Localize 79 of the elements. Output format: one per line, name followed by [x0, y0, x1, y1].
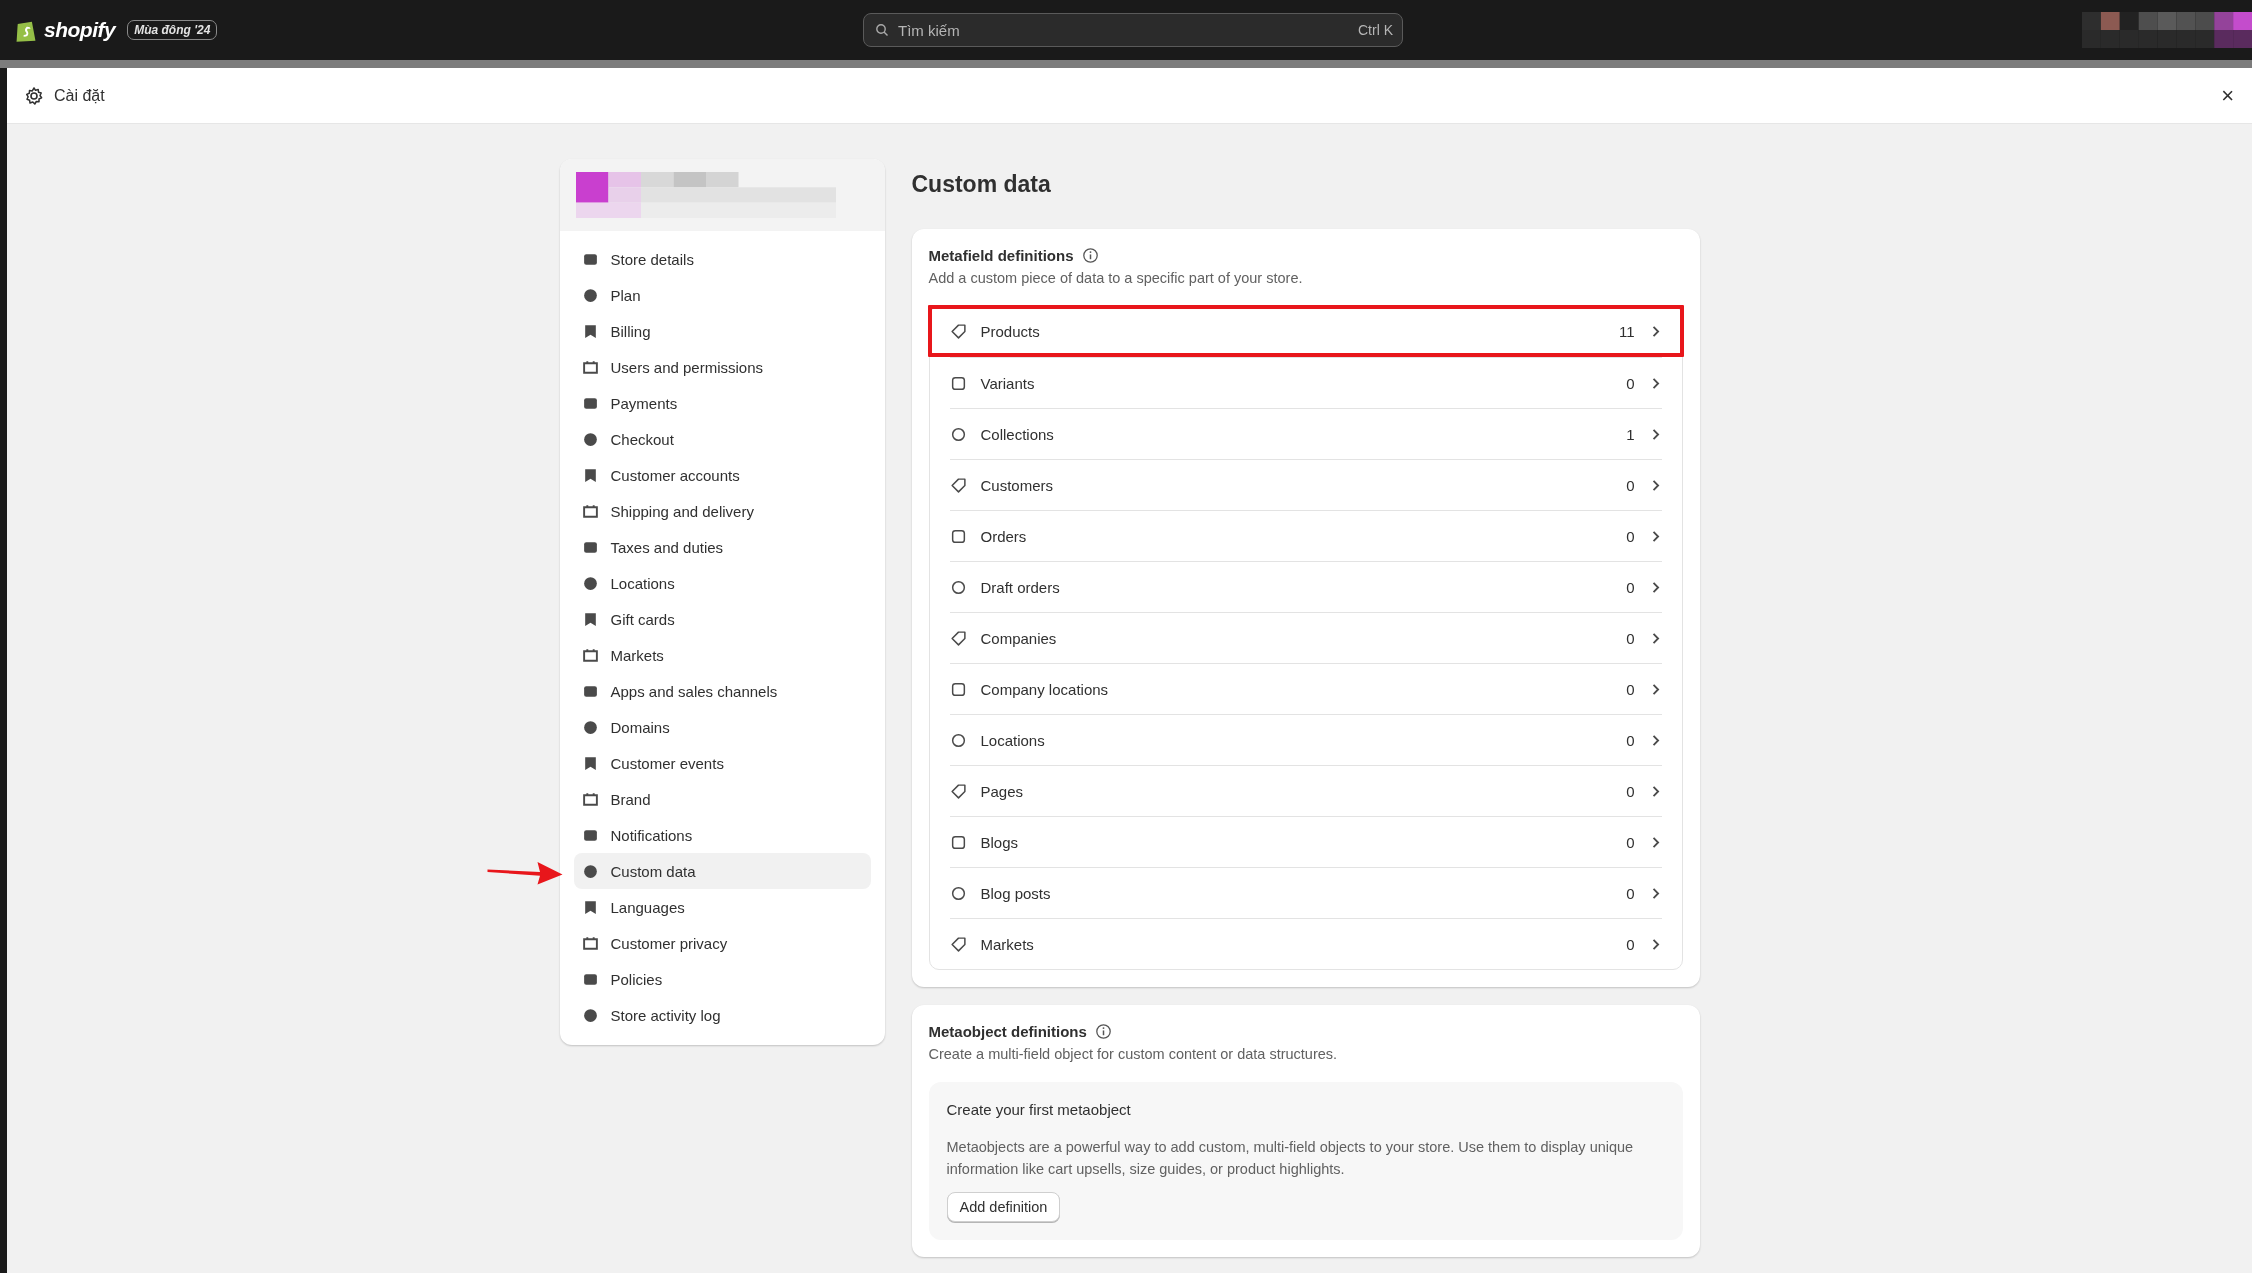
row-count: 1 — [1626, 425, 1635, 443]
metafield-row[interactable]: Variants 0 — [949, 357, 1662, 408]
empty-state-text: Metaobjects are a powerful way to add custom, multi-field objects to your store. Use them to display unique information like cart upsells, size guides, or product highlights. — [946, 1138, 1635, 1179]
row-label: Blogs — [980, 833, 1020, 851]
metafield-row[interactable]: Blog posts 0 — [949, 867, 1662, 918]
empty-state-title: Create your first metaobject — [946, 1101, 1132, 1118]
row-label: Locations — [980, 731, 1046, 749]
row-label: Orders — [980, 527, 1028, 545]
search-icon — [875, 23, 889, 37]
metafield-row[interactable]: Customers 0 — [949, 459, 1662, 510]
sidebar-item[interactable]: Payments — [573, 385, 871, 421]
row-label: Companies — [980, 629, 1058, 647]
sidebar-item[interactable]: Domains — [573, 709, 871, 745]
add-definition-button[interactable]: Add definition — [946, 1192, 1061, 1222]
sidebar-item[interactable]: Users and permissions — [573, 349, 871, 385]
sidebar-item[interactable]: Brand — [573, 781, 871, 817]
sidebar-item[interactable]: Locations — [573, 565, 871, 601]
row-label: Collections — [980, 425, 1055, 443]
section-title: Metaobject definitions — [928, 1023, 1087, 1040]
sidebar-item[interactable]: Store details — [573, 241, 871, 277]
metafield-row[interactable]: Orders 0 — [949, 510, 1662, 561]
row-count: 0 — [1626, 935, 1635, 953]
shortcut-hint: Ctrl K — [1358, 22, 1393, 38]
section-description: Create a multi-field object for custom content or data structures. — [928, 1046, 1339, 1062]
row-count: 0 — [1626, 629, 1635, 647]
settings-icon — [24, 85, 44, 106]
row-label: Blog posts — [980, 884, 1052, 902]
metafield-row[interactable]: Company locations 0 — [949, 663, 1662, 714]
metafield-row[interactable]: Draft orders 0 — [949, 561, 1662, 612]
row-count: 0 — [1626, 731, 1635, 749]
brand-name[interactable]: shopify — [44, 18, 116, 42]
metafield-row[interactable]: Products 11 — [927, 305, 1684, 357]
tag-icon — [949, 322, 967, 340]
sidebar-item[interactable]: Customer events — [573, 745, 871, 781]
row-label: Markets — [980, 935, 1035, 953]
row-count: 0 — [1626, 833, 1635, 851]
sidebar-item[interactable]: Taxes and duties — [573, 529, 871, 565]
page-title: Custom data — [911, 171, 1052, 199]
section-title: Metafield definitions — [928, 247, 1074, 264]
info-icon[interactable] — [1081, 247, 1099, 264]
row-count: 0 — [1626, 782, 1635, 800]
sidebar-item[interactable]: Store activity log — [573, 997, 871, 1033]
section-description: Add a custom piece of data to a specific part of your store. — [928, 270, 1304, 286]
sidebar-item[interactable]: Notifications — [573, 817, 871, 853]
sidebar-item[interactable]: Custom data — [573, 853, 871, 889]
row-count: 11 — [1618, 322, 1635, 340]
metafield-row[interactable]: Collections 1 — [949, 408, 1662, 459]
sidebar-item[interactable]: Gift cards — [573, 601, 871, 637]
metafield-row[interactable]: Locations 0 — [949, 714, 1662, 765]
metafield-row[interactable]: Markets 0 — [949, 918, 1662, 969]
row-count: 0 — [1626, 527, 1635, 545]
metafield-row[interactable]: Pages 0 — [949, 765, 1662, 816]
row-count: 0 — [1626, 374, 1635, 392]
sidebar-item[interactable]: Markets — [573, 637, 871, 673]
row-count: 0 — [1626, 884, 1635, 902]
sidebar-item[interactable]: Apps and sales channels — [573, 673, 871, 709]
row-count: 0 — [1626, 578, 1635, 596]
metafield-row[interactable]: Blogs 0 — [949, 816, 1662, 867]
modal-title: Cài đặt — [54, 86, 105, 105]
sidebar-item[interactable]: Languages — [573, 889, 871, 925]
sidebar-item[interactable]: Policies — [573, 961, 871, 997]
row-label: Pages — [980, 782, 1025, 800]
sidebar-item[interactable]: Plan — [573, 277, 871, 313]
row-label: Customers — [980, 476, 1055, 494]
row-label: Company locations — [980, 680, 1110, 698]
row-count: 0 — [1626, 680, 1635, 698]
row-label: Products — [980, 322, 1041, 340]
sidebar-item[interactable]: Billing — [573, 313, 871, 349]
edition-badge: Mùa đông '24 — [127, 20, 218, 40]
row-label: Variants — [980, 374, 1036, 392]
sidebar-item[interactable]: Customer privacy — [573, 925, 871, 961]
close-button[interactable]: × — [2217, 82, 2238, 109]
sidebar-item[interactable]: Checkout — [573, 421, 871, 457]
row-label: Draft orders — [980, 578, 1061, 596]
sidebar-item[interactable]: Shipping and delivery — [573, 493, 871, 529]
info-icon[interactable] — [1094, 1023, 1112, 1040]
sidebar-item[interactable]: Customer accounts — [573, 457, 871, 493]
row-count: 0 — [1626, 476, 1635, 494]
metafield-row[interactable]: Companies 0 — [949, 612, 1662, 663]
